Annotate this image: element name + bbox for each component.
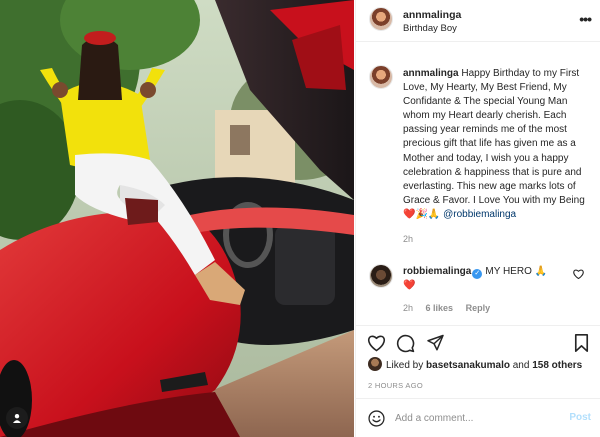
add-comment-bar: Post [356, 398, 600, 437]
post-sidebar: annmalinga Birthday Boy ••• annmalinga H… [355, 0, 600, 437]
comment-likes[interactable]: 6 likes [426, 303, 454, 313]
likes-prefix: Liked by [386, 360, 427, 371]
caption-avatar[interactable] [369, 65, 393, 89]
comment: robbiemalinga ✓ MY HERO 🙏 ❤️ [403, 265, 573, 293]
likes-summary: Liked by basetsanakumalo and 158 others [368, 357, 582, 371]
commenter-avatar[interactable] [369, 264, 393, 288]
author-avatar[interactable] [369, 7, 393, 31]
caption-time[interactable]: 2h [403, 234, 413, 244]
comment-username[interactable]: robbiemalinga [403, 266, 471, 277]
share-icon[interactable] [426, 334, 445, 357]
heart-icon[interactable] [367, 334, 386, 357]
post-date[interactable]: 2 HOURS AGO [368, 381, 423, 390]
user-tag-icon[interactable] [6, 407, 28, 429]
comment-second-line: ❤️ [403, 280, 416, 291]
liker-username[interactable]: basetsanakumalo [426, 360, 510, 371]
post-photo[interactable] [0, 0, 354, 437]
likes-others[interactable]: 158 others [532, 360, 582, 371]
post-header: annmalinga Birthday Boy ••• [356, 0, 600, 42]
caption-emojis: ❤️🎉🙏 [403, 208, 441, 220]
comment-input[interactable] [395, 410, 555, 427]
bookmark-icon[interactable] [574, 334, 589, 357]
verified-badge-icon: ✓ [472, 269, 483, 279]
post-location[interactable]: Birthday Boy [403, 23, 457, 34]
comment-meta: 2h 6 likes Reply [403, 303, 500, 313]
reply-button[interactable]: Reply [466, 303, 491, 313]
caption: annmalinga Happy Birthday to my First Lo… [403, 67, 589, 222]
post-button[interactable]: Post [569, 412, 591, 423]
smiley-icon[interactable] [368, 410, 385, 427]
more-dots-icon[interactable]: ••• [579, 11, 592, 27]
liker-avatar[interactable] [368, 357, 382, 371]
comment-text: MY HERO 🙏 [485, 266, 548, 277]
comment-icon[interactable] [396, 334, 415, 358]
caption-mention[interactable]: @robbiemalinga [443, 209, 516, 220]
comment-like-heart-icon[interactable] [573, 269, 584, 282]
comments-section: annmalinga Happy Birthday to my First Lo… [356, 42, 600, 325]
photo-illustration [0, 0, 354, 437]
author-username[interactable]: annmalinga [403, 9, 461, 21]
caption-username[interactable]: annmalinga [403, 68, 459, 79]
likes-middle: and [509, 360, 533, 371]
comment-time[interactable]: 2h [403, 303, 413, 313]
caption-text: Happy Birthday to my First Love, My Hear… [403, 68, 585, 206]
